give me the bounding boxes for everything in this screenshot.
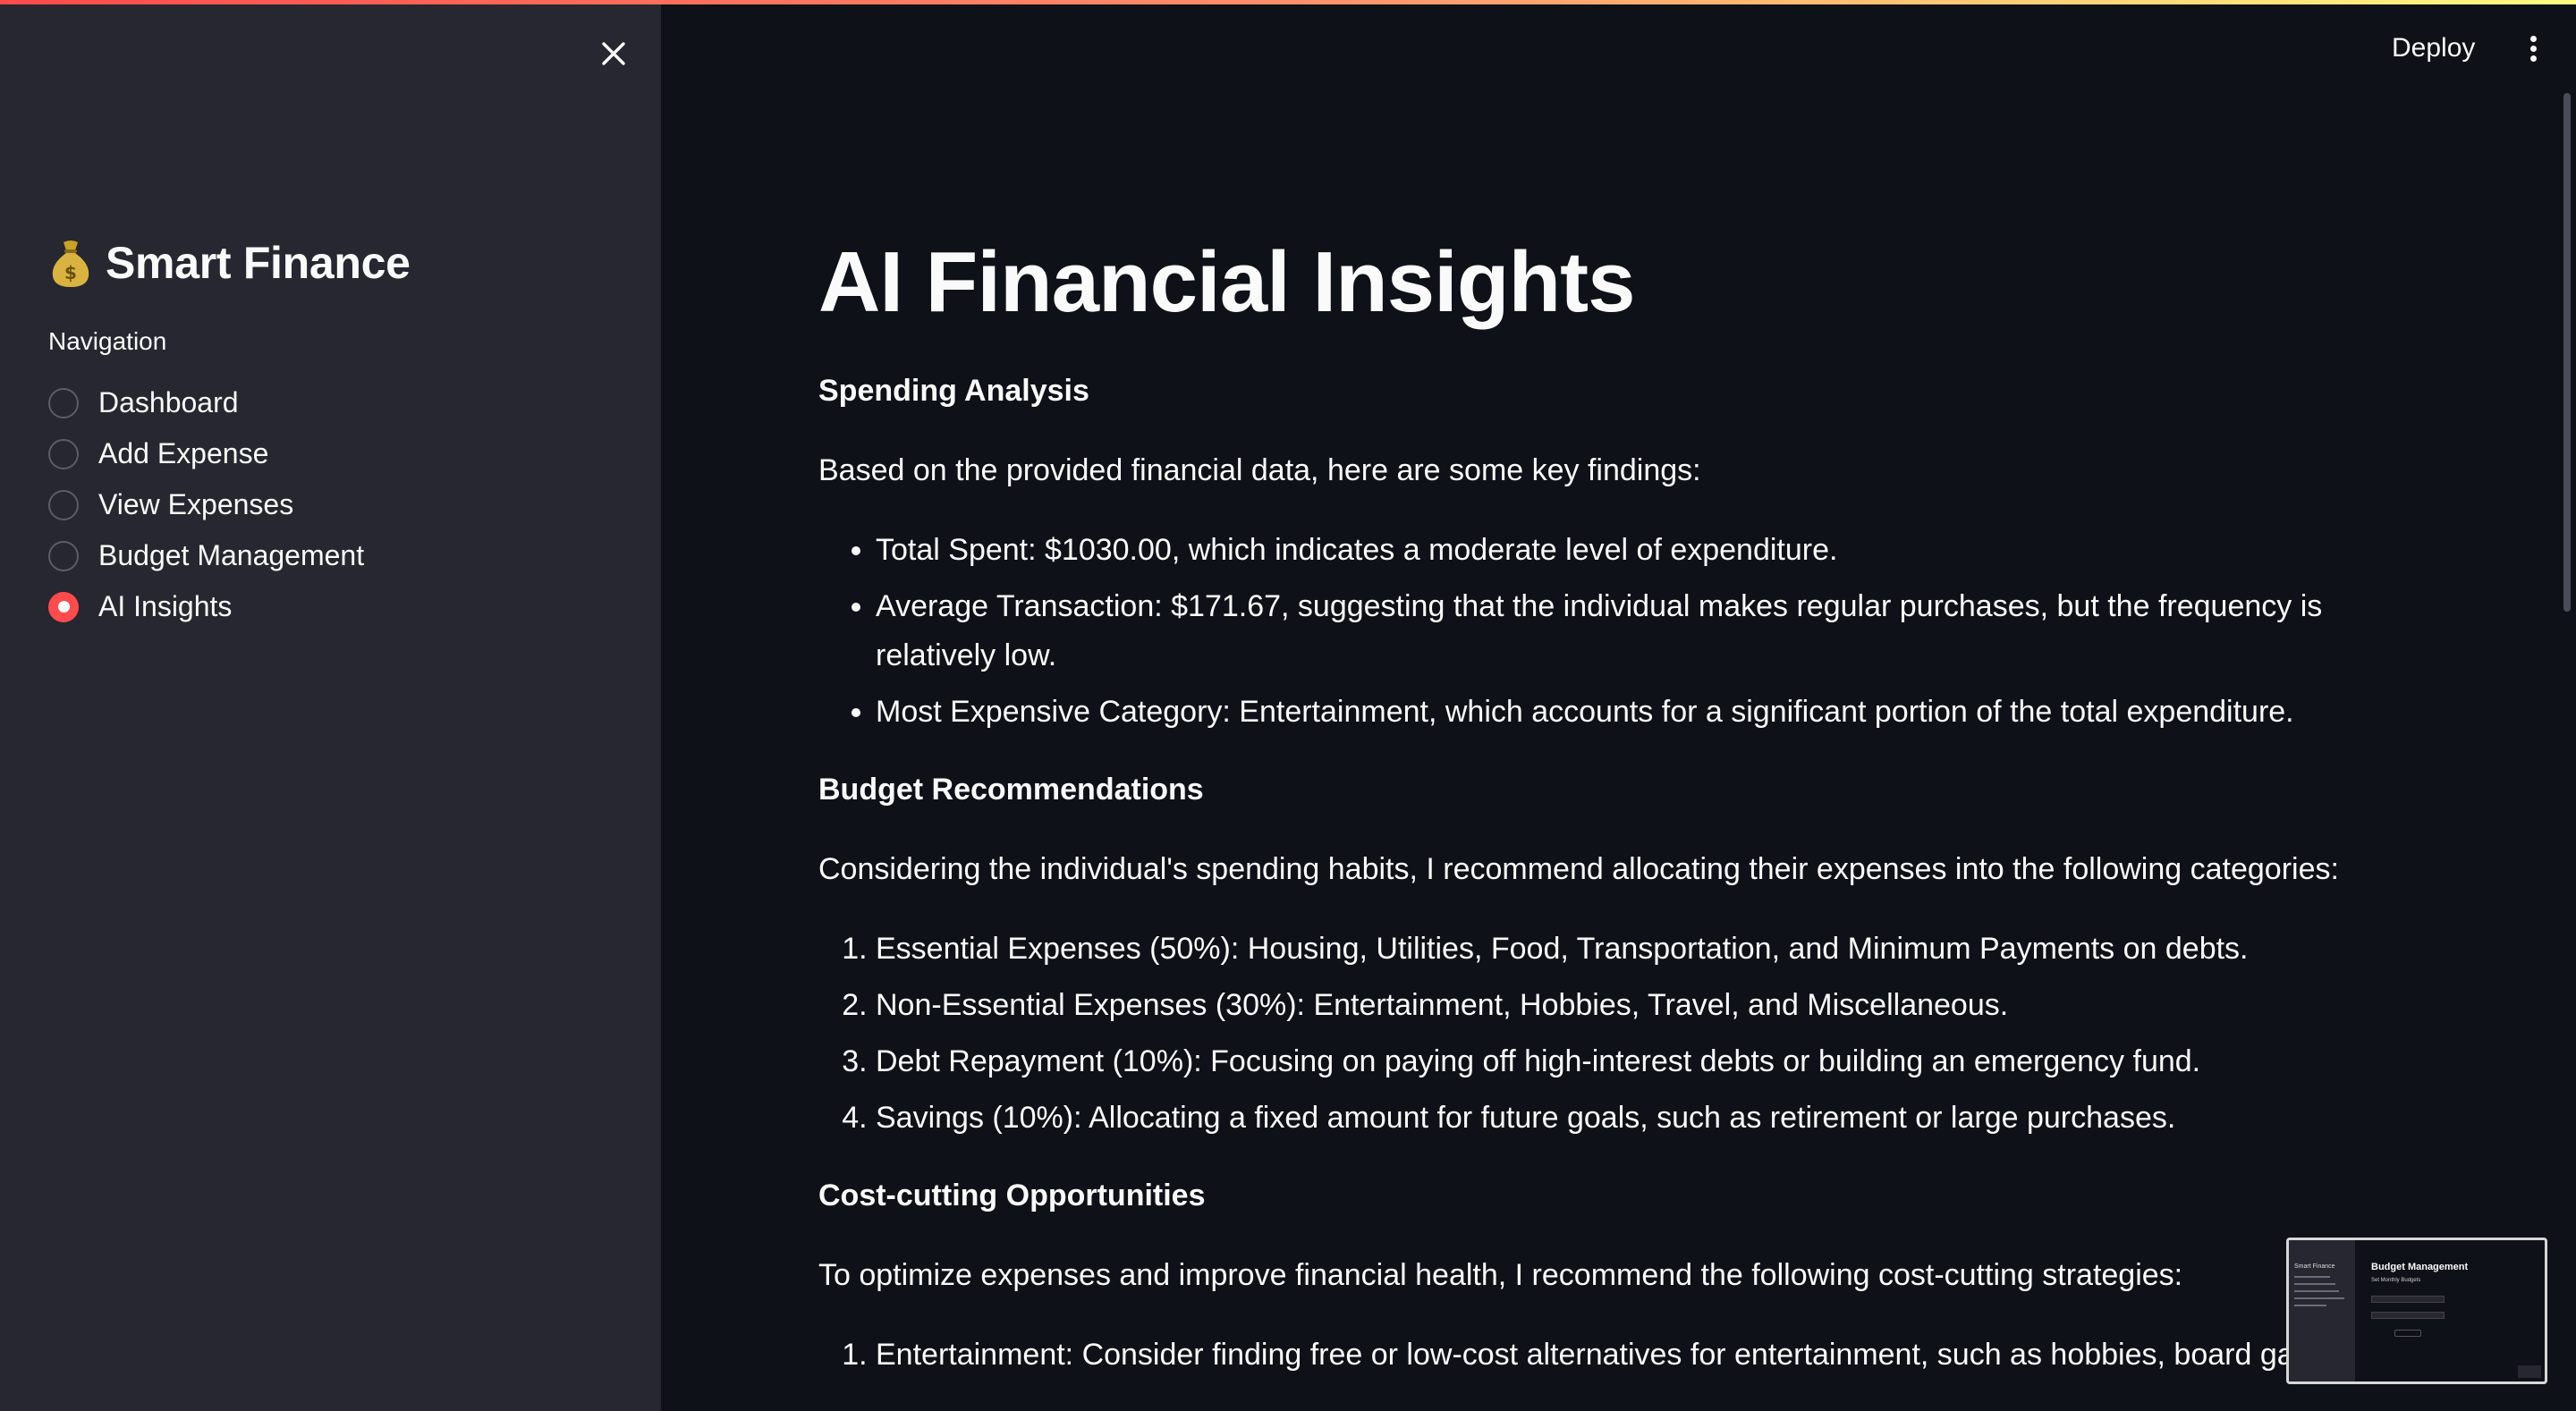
list-item: Non-Essential Expenses (30%): Entertainm… (876, 981, 2411, 1030)
list-item: Most Expensive Category: Entertainment, … (876, 688, 2411, 737)
nav-item-label: Add Expense (98, 437, 269, 469)
navigation-radio-group: Dashboard Add Expense View Expenses Budg… (48, 377, 364, 632)
sidebar-brand: $ Smart Finance (48, 231, 411, 295)
thumbnail-line (2294, 1276, 2330, 1278)
section-heading-cost-cutting: Cost-cutting Opportunities (818, 1179, 1206, 1212)
nav-item-label: Dashboard (98, 386, 239, 418)
radio-button-selected[interactable] (48, 591, 79, 622)
radio-dot (57, 601, 70, 613)
thumbnail-sidebar: Smart Finance (2289, 1240, 2355, 1381)
thumbnail-subtitle: Set Monthly Budgets (2371, 1278, 2421, 1283)
radio-button[interactable] (48, 387, 79, 418)
thumbnail-line (2294, 1283, 2335, 1285)
nav-item-label: Budget Management (98, 539, 365, 571)
budget-recommendations-list: Essential Expenses (50%): Housing, Utili… (818, 925, 2411, 1143)
top-accent-bar (0, 0, 2576, 4)
thumbnail-button (2394, 1330, 2421, 1337)
nav-item-add-expense[interactable]: Add Expense (48, 428, 364, 479)
thumbnail-field (2371, 1296, 2445, 1303)
list-item: Savings (10%): Allocating a fixed amount… (876, 1094, 2411, 1143)
spending-intro: Based on the provided financial data, he… (818, 453, 1701, 487)
list-item: Average Transaction: $171.67, suggesting… (876, 582, 2411, 680)
thumbnail-sidebar-title: Smart Finance (2294, 1263, 2335, 1270)
menu-dot (2529, 45, 2537, 52)
budget-intro: Considering the individual's spending ha… (818, 852, 2339, 886)
section-heading-spending: Spending Analysis (818, 374, 1089, 408)
thumbnail-line (2294, 1305, 2326, 1306)
navigation-label: Navigation (48, 327, 167, 355)
menu-dot (2529, 55, 2537, 62)
nav-item-dashboard[interactable]: Dashboard (48, 377, 364, 428)
app-title: Smart Finance (106, 238, 411, 288)
svg-text:$: $ (64, 262, 77, 283)
radio-button[interactable] (48, 540, 79, 571)
thumbnail-line (2294, 1290, 2339, 1292)
thumbnail-corner (2518, 1365, 2541, 1378)
app-preview-thumbnail[interactable]: Smart Finance Budget Management Set Mont… (2286, 1238, 2547, 1384)
kebab-menu-icon[interactable] (2515, 29, 2551, 68)
sidebar: $ Smart Finance Navigation Dashboard Add… (0, 0, 661, 1411)
nav-item-label: AI Insights (98, 590, 233, 622)
page-title: AI Financial Insights (818, 234, 1635, 330)
nav-item-budget-management[interactable]: Budget Management (48, 530, 364, 581)
thumbnail-field (2371, 1312, 2445, 1319)
money-bag-icon: $ (52, 241, 89, 287)
spending-findings-list: Total Spent: $1030.00, which indicates a… (818, 526, 2411, 737)
insights-text: Spending Analysis Based on the provided … (818, 368, 2411, 1410)
sidebar-close-button[interactable] (594, 34, 633, 73)
nav-item-ai-insights[interactable]: AI Insights (48, 581, 364, 632)
list-item: Essential Expenses (50%): Housing, Utili… (876, 925, 2411, 974)
cost-cutting-intro: To optimize expenses and improve financi… (818, 1258, 2183, 1292)
list-item: Total Spent: $1030.00, which indicates a… (876, 526, 2411, 575)
radio-button[interactable] (48, 438, 79, 469)
list-item: Entertainment: Consider finding free or … (876, 1331, 2411, 1380)
scrollbar[interactable] (2563, 93, 2571, 612)
menu-dot (2529, 35, 2537, 42)
section-heading-budget: Budget Recommendations (818, 773, 1204, 807)
radio-button[interactable] (48, 489, 79, 520)
nav-item-view-expenses[interactable]: View Expenses (48, 479, 364, 530)
thumbnail-line (2294, 1297, 2344, 1299)
list-item: Debt Repayment (10%): Focusing on paying… (876, 1037, 2411, 1086)
thumbnail-title: Budget Management (2371, 1262, 2469, 1272)
deploy-button[interactable]: Deploy (2379, 27, 2487, 70)
close-icon (602, 42, 625, 65)
nav-item-label: View Expenses (98, 488, 294, 520)
cost-cutting-list: Entertainment: Consider finding free or … (818, 1331, 2411, 1380)
